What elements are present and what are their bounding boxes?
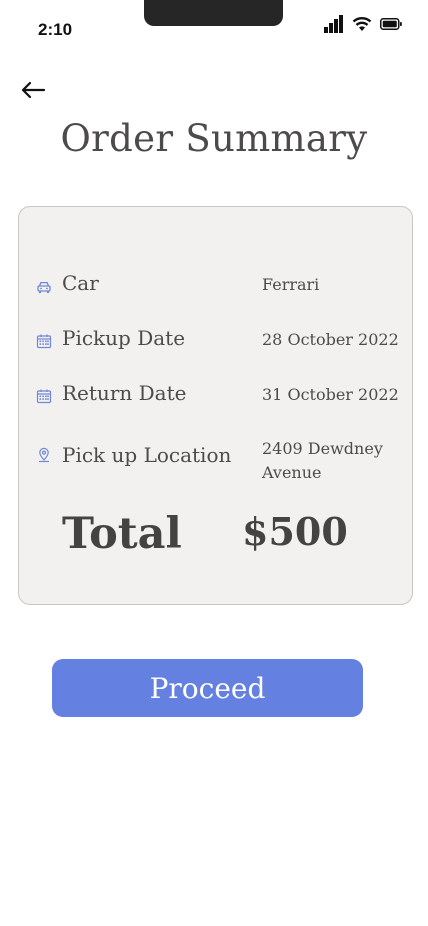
calendar-icon (36, 389, 52, 404)
car-icon (37, 281, 51, 293)
page-title: Order Summary (60, 117, 368, 160)
wifi-icon (352, 17, 372, 31)
summary-row-label: Car (62, 271, 99, 295)
calendar-icon (36, 334, 52, 349)
back-button[interactable] (18, 76, 50, 104)
status-icons (324, 15, 402, 33)
summary-row-label: Pickup Date (62, 326, 186, 350)
summary-row-value: 28 October 2022 (262, 330, 399, 349)
total-value: $500 (242, 509, 348, 554)
proceed-button[interactable]: Proceed (52, 659, 363, 717)
battery-icon (380, 18, 402, 30)
arrow-left-icon (21, 81, 46, 99)
cellular-signal-icon (324, 15, 343, 33)
total-label: Total (62, 509, 182, 559)
summary-row-value: 31 October 2022 (262, 385, 399, 404)
status-bar: 2:10 (0, 0, 428, 52)
summary-row-value: Ferrari (262, 275, 320, 294)
summary-row-label: Return Date (62, 381, 187, 405)
device-notch (144, 0, 283, 26)
location-pin-icon (39, 447, 49, 463)
summary-row-label: Pick up Location (62, 443, 232, 467)
summary-row-value: 2409 Dewdney Avenue (262, 439, 383, 482)
status-time: 2:10 (38, 20, 73, 39)
order-summary-card: Car Ferrari Pickup Date 28 October 2022 … (18, 206, 413, 605)
